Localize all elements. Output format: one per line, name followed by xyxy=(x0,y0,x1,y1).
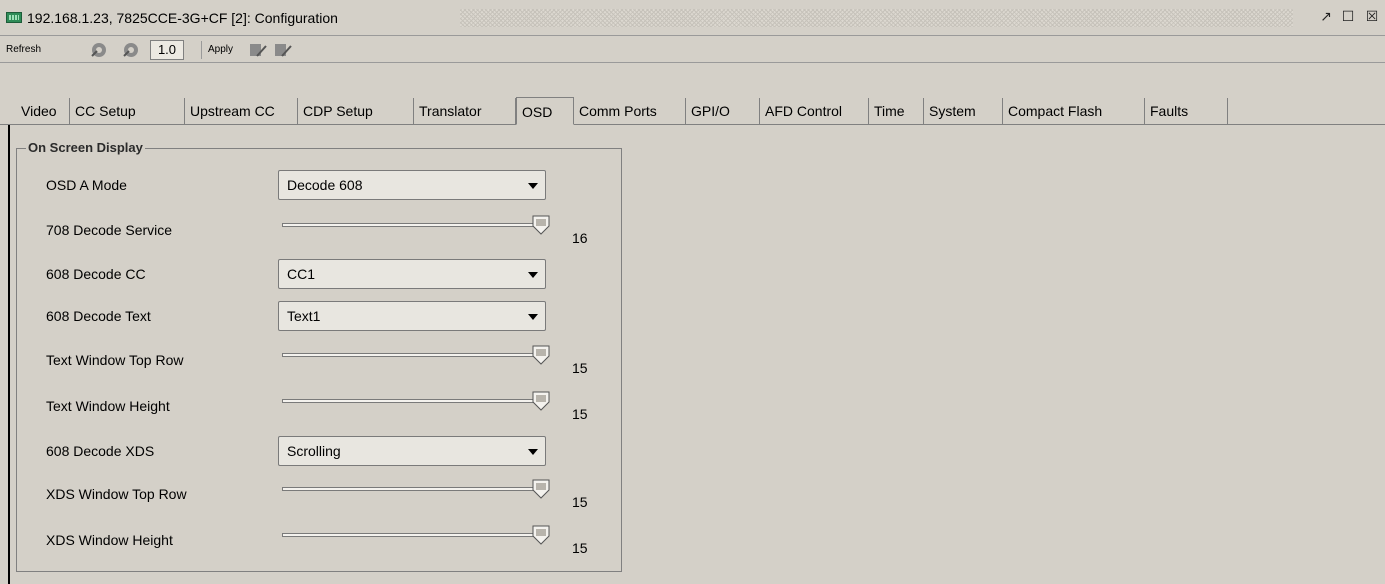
maximize-icon[interactable]: ☐ xyxy=(1340,9,1356,25)
xds-window-height-label: XDS Window Height xyxy=(46,532,173,548)
tab-compact-flash[interactable]: Compact Flash xyxy=(1003,98,1145,125)
tab-time[interactable]: Time xyxy=(869,98,924,125)
group-title: On Screen Display xyxy=(26,140,145,155)
slider-track xyxy=(282,487,546,491)
tab-cc-setup[interactable]: CC Setup xyxy=(70,98,185,125)
708-decode-service-label: 708 Decode Service xyxy=(46,222,173,238)
xds-window-top-row-value: 15 xyxy=(572,494,588,510)
608-decode-xds-select[interactable]: Scrolling xyxy=(278,436,546,466)
slider-track xyxy=(282,399,546,403)
apply-all-icon[interactable] xyxy=(272,40,294,60)
apply-icon[interactable] xyxy=(247,40,269,60)
window-title: 192.168.1.23, 7825CCE-3G+CF [2]: Configu… xyxy=(27,10,338,26)
refresh-button[interactable]: Refresh xyxy=(3,40,44,60)
xds-window-height-value: 15 xyxy=(572,540,588,556)
608-decode-text-label: 608 Decode Text xyxy=(46,308,151,324)
chevron-down-icon xyxy=(528,314,538,320)
text-window-height-slider[interactable] xyxy=(282,391,552,415)
slider-thumb[interactable] xyxy=(532,525,550,545)
osd-a-mode-select[interactable]: Decode 608 xyxy=(278,170,546,200)
toolbar: Refresh 1.0 Apply xyxy=(0,37,1385,63)
slider-thumb[interactable] xyxy=(532,215,550,235)
tab-cdp-setup[interactable]: CDP Setup xyxy=(298,98,414,125)
text-window-height-label: Text Window Height xyxy=(46,398,170,414)
title-bar-pattern xyxy=(460,9,1293,27)
close-icon[interactable]: ☒ xyxy=(1364,9,1380,25)
text-window-top-row-label: Text Window Top Row xyxy=(46,352,184,368)
608-decode-cc-value: CC1 xyxy=(287,266,316,282)
708-decode-service-slider[interactable] xyxy=(282,215,552,239)
608-decode-text-select[interactable]: Text1 xyxy=(278,301,546,331)
tab-faults[interactable]: Faults xyxy=(1145,98,1228,125)
tab-gpi-o[interactable]: GPI/O xyxy=(686,98,760,125)
tab-afd-control[interactable]: AFD Control xyxy=(760,98,869,125)
608-decode-xds-value: Scrolling xyxy=(287,443,341,459)
version-field: 1.0 xyxy=(150,40,184,60)
tab-comm-ports[interactable]: Comm Ports xyxy=(574,98,686,125)
device-icon xyxy=(6,12,22,23)
osd-a-mode-label: OSD A Mode xyxy=(46,177,127,193)
xds-window-top-row-slider[interactable] xyxy=(282,479,552,503)
chevron-down-icon xyxy=(528,183,538,189)
608-decode-cc-select[interactable]: CC1 xyxy=(278,259,546,289)
gear-icon[interactable] xyxy=(88,40,110,60)
708-decode-service-value: 16 xyxy=(572,230,588,246)
slider-track xyxy=(282,223,546,227)
slider-thumb[interactable] xyxy=(532,479,550,499)
slider-thumb[interactable] xyxy=(532,391,550,411)
slider-track xyxy=(282,353,546,357)
toolbar-separator xyxy=(201,41,202,59)
tab-system[interactable]: System xyxy=(924,98,1003,125)
608-decode-cc-label: 608 Decode CC xyxy=(46,266,146,282)
tab-strip: Video CC Setup Upstream CC CDP Setup Transla… xyxy=(0,97,1385,125)
title-bar: 192.168.1.23, 7825CCE-3G+CF [2]: Configu… xyxy=(0,0,1385,36)
608-decode-xds-label: 608 Decode XDS xyxy=(46,443,155,459)
xds-window-top-row-label: XDS Window Top Row xyxy=(46,486,187,502)
tab-translator[interactable]: Translator xyxy=(414,98,516,125)
text-window-top-row-slider[interactable] xyxy=(282,345,552,369)
tab-osd[interactable]: OSD xyxy=(516,97,574,125)
gear-icon[interactable] xyxy=(120,40,142,60)
slider-thumb[interactable] xyxy=(532,345,550,365)
restore-icon[interactable]: ↗ xyxy=(1318,9,1334,25)
chevron-down-icon xyxy=(528,449,538,455)
osd-a-mode-value: Decode 608 xyxy=(287,177,363,193)
608-decode-text-value: Text1 xyxy=(287,308,321,324)
text-window-top-row-value: 15 xyxy=(572,360,588,376)
tab-video[interactable]: Video xyxy=(16,98,70,125)
xds-window-height-slider[interactable] xyxy=(282,525,552,549)
tab-upstream-cc[interactable]: Upstream CC xyxy=(185,98,298,125)
text-window-height-value: 15 xyxy=(572,406,588,422)
chevron-down-icon xyxy=(528,272,538,278)
slider-track xyxy=(282,533,546,537)
apply-button[interactable]: Apply xyxy=(205,40,236,60)
